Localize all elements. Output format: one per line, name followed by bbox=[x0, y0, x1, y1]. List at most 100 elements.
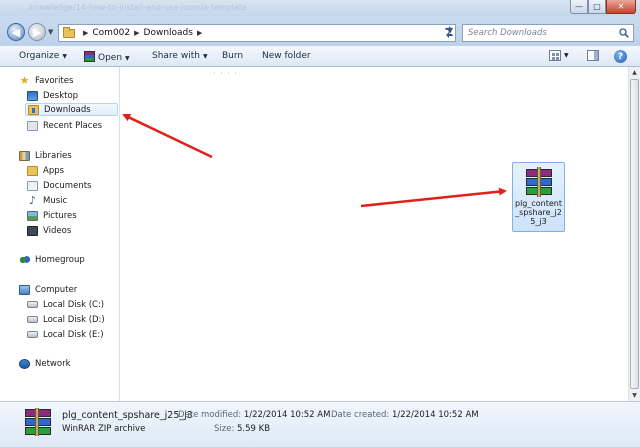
maximize-button[interactable]: □ bbox=[588, 0, 606, 14]
disk-drive-icon bbox=[27, 301, 38, 308]
nav-computer[interactable]: Computer bbox=[19, 283, 77, 296]
nav-local-disk-d[interactable]: Local Disk (D:) bbox=[27, 313, 105, 326]
winrar-archive-icon bbox=[525, 167, 553, 197]
command-bar: Organize ▼ Open ▼ Share with ▼ Burn New fol… bbox=[0, 46, 640, 67]
help-button[interactable]: ? bbox=[614, 50, 627, 63]
downloads-icon bbox=[28, 104, 39, 115]
winrar-icon bbox=[84, 51, 95, 62]
desktop-icon bbox=[27, 90, 38, 101]
nav-label: Recent Places bbox=[43, 120, 103, 131]
libraries-icon bbox=[19, 150, 30, 161]
column-divider-dots: · · · · bbox=[213, 69, 238, 78]
size-value: 5.59 KB bbox=[237, 424, 271, 434]
chevron-right-icon[interactable]: ▶ bbox=[83, 29, 88, 37]
nav-local-disk-e[interactable]: Local Disk (E:) bbox=[27, 328, 104, 341]
close-button[interactable]: ✕ bbox=[606, 0, 636, 14]
nav-recent-places[interactable]: Recent Places bbox=[27, 119, 102, 132]
nav-label: Documents bbox=[43, 180, 92, 191]
nav-desktop[interactable]: Desktop bbox=[27, 89, 78, 102]
scroll-thumb[interactable] bbox=[630, 79, 639, 389]
nav-local-disk-c[interactable]: Local Disk (C:) bbox=[27, 298, 104, 311]
burn-button[interactable]: Burn bbox=[222, 51, 243, 61]
refresh-icon bbox=[445, 26, 453, 38]
details-file-name: plg_content_spshare_j25_j3 bbox=[62, 410, 193, 421]
winrar-archive-icon bbox=[24, 408, 51, 438]
nav-music[interactable]: ♪ Music bbox=[27, 194, 67, 207]
nav-libraries[interactable]: Libraries bbox=[19, 149, 72, 162]
disk-drive-icon bbox=[27, 316, 38, 323]
details-date-created: Date created: 1/22/2014 10:52 AM bbox=[331, 410, 479, 420]
view-icon bbox=[549, 50, 561, 61]
search-input[interactable]: Search Downloads bbox=[462, 24, 634, 42]
open-button[interactable]: Open ▼ bbox=[84, 51, 130, 63]
homegroup-icon bbox=[19, 254, 30, 265]
nav-label: Music bbox=[43, 195, 68, 206]
recent-pages-dropdown[interactable]: ▼ bbox=[48, 28, 53, 36]
date-modified-value: 1/22/2014 10:52 AM bbox=[243, 410, 331, 420]
title-bar: ...knowledge/14-how-to-install-and-use-j… bbox=[0, 0, 640, 16]
music-icon: ♪ bbox=[28, 193, 37, 207]
back-button[interactable]: ◀ bbox=[7, 23, 25, 41]
videos-icon bbox=[27, 225, 38, 236]
chevron-right-icon[interactable]: ▶ bbox=[134, 29, 139, 37]
navigation-pane: ★ Favorites Desktop Downloads Recent Plac… bbox=[0, 67, 120, 401]
nav-label: Local Disk (C:) bbox=[43, 299, 105, 310]
nav-network[interactable]: Network bbox=[19, 357, 71, 370]
refresh-button[interactable] bbox=[443, 26, 457, 40]
date-created-value: 1/22/2014 10:52 AM bbox=[391, 410, 479, 420]
nav-label: Desktop bbox=[43, 90, 79, 101]
date-created-label: Date created: bbox=[331, 410, 390, 420]
chevron-right-icon[interactable]: ▶ bbox=[197, 29, 202, 37]
nav-downloads[interactable]: Downloads bbox=[25, 103, 118, 116]
share-with-button[interactable]: Share with ▼ bbox=[152, 51, 208, 61]
search-icon[interactable] bbox=[619, 28, 629, 38]
nav-apps[interactable]: Apps bbox=[27, 164, 64, 177]
nav-label: Libraries bbox=[35, 150, 72, 161]
nav-label: Pictures bbox=[43, 210, 77, 221]
nav-label: Local Disk (E:) bbox=[43, 329, 104, 340]
breadcrumb-com002[interactable]: Com002 bbox=[92, 28, 130, 38]
nav-videos[interactable]: Videos bbox=[27, 224, 71, 237]
share-with-label: Share with bbox=[152, 51, 200, 61]
organize-button[interactable]: Organize ▼ bbox=[19, 51, 67, 61]
details-pane: plg_content_spshare_j25_j3 WinRAR ZIP ar… bbox=[0, 401, 640, 447]
file-list-pane[interactable]: · · · · plg_content_spshare_j25_j3 bbox=[121, 67, 628, 401]
nav-documents[interactable]: Documents bbox=[27, 179, 91, 192]
open-label: Open bbox=[98, 53, 123, 63]
nav-label: Local Disk (D:) bbox=[43, 314, 105, 325]
nav-label: Videos bbox=[43, 225, 72, 236]
change-view-button[interactable]: ▼ bbox=[549, 50, 569, 61]
file-item[interactable]: plg_content_spshare_j25_j3 bbox=[512, 162, 565, 232]
new-folder-button[interactable]: New folder bbox=[262, 51, 311, 61]
minimize-button[interactable]: — bbox=[570, 0, 588, 14]
window-controls: — □ ✕ bbox=[570, 0, 636, 14]
recent-places-icon bbox=[27, 120, 38, 131]
preview-pane-button[interactable] bbox=[587, 50, 599, 61]
address-bar[interactable]: ▶ Com002 ▶ Downloads ▶ ▼ bbox=[58, 24, 456, 42]
nav-label: Computer bbox=[35, 284, 78, 295]
size-label: Size: bbox=[214, 424, 235, 434]
scroll-down-arrow[interactable]: ▼ bbox=[629, 390, 640, 401]
nav-pictures[interactable]: Pictures bbox=[27, 209, 77, 222]
disk-drive-icon bbox=[27, 331, 38, 338]
vertical-scrollbar[interactable]: ▲ ▼ bbox=[628, 67, 640, 401]
scroll-up-arrow[interactable]: ▲ bbox=[629, 67, 640, 78]
help-icon: ? bbox=[614, 50, 627, 63]
star-icon: ★ bbox=[19, 73, 30, 87]
file-name: plg_content_spshare_j25_j3 bbox=[514, 199, 562, 226]
details-file-type: WinRAR ZIP archive bbox=[62, 424, 146, 434]
nav-label: Homegroup bbox=[35, 254, 85, 265]
nav-favorites[interactable]: ★ Favorites bbox=[19, 73, 74, 87]
organize-label: Organize bbox=[19, 51, 60, 61]
nav-label: Favorites bbox=[35, 75, 74, 86]
forward-button[interactable]: ▶ bbox=[28, 23, 46, 41]
chevron-down-icon: ▼ bbox=[62, 53, 67, 60]
chevron-down-icon: ▼ bbox=[125, 55, 130, 62]
nav-homegroup[interactable]: Homegroup bbox=[19, 253, 85, 266]
breadcrumb-downloads[interactable]: Downloads bbox=[144, 28, 193, 38]
details-size: Size: 5.59 KB bbox=[214, 424, 270, 434]
nav-label: Apps bbox=[43, 165, 65, 176]
nav-label: Downloads bbox=[44, 104, 91, 115]
documents-icon bbox=[27, 180, 38, 191]
chevron-down-icon: ▼ bbox=[202, 53, 208, 60]
